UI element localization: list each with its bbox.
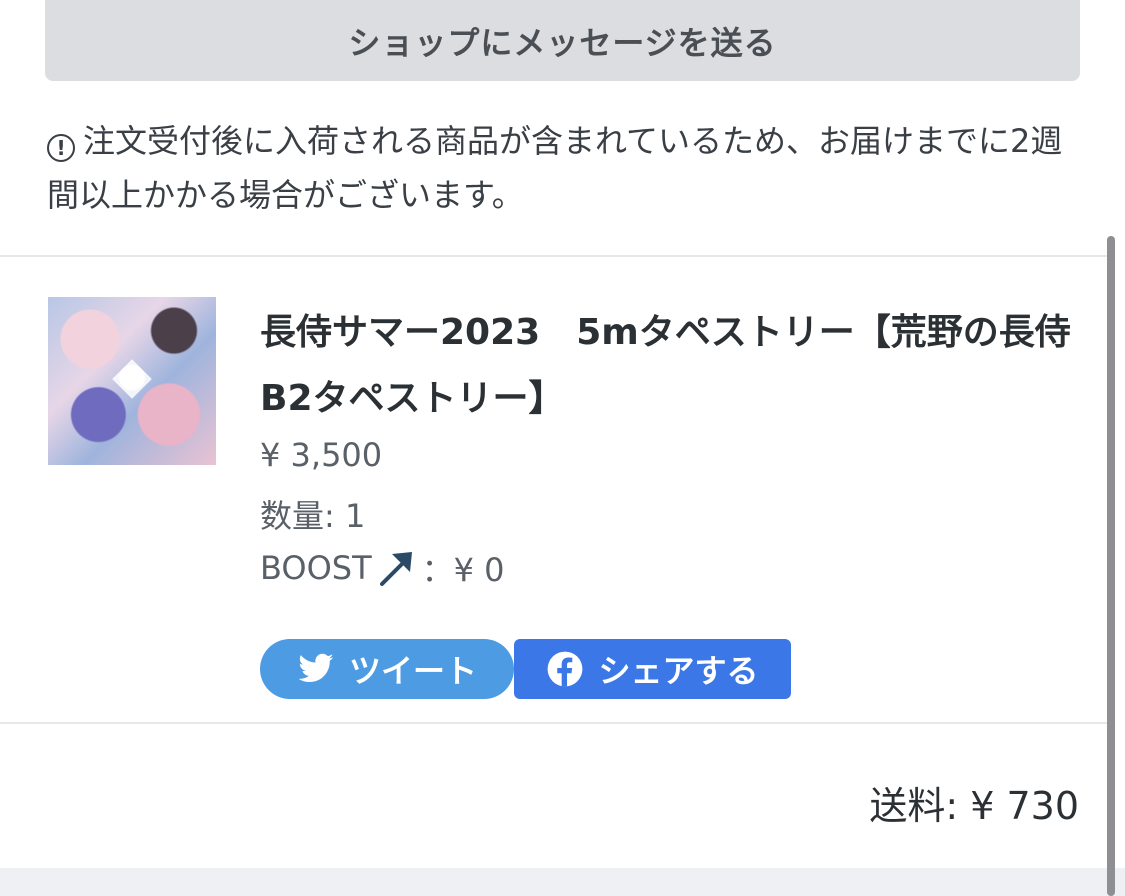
delivery-notice: ! 注文受付後に入荷される商品が含まれているため、お届けまでに2週間以上かかる場合… [47, 114, 1087, 222]
order-page: ショップにメッセージを送る ! 注文受付後に入荷される商品が含まれているため、お届… [0, 0, 1125, 896]
shipping-fee: 送料: ¥ 730 [869, 784, 1079, 828]
delivery-notice-text: 注文受付後に入荷される商品が含まれているため、お届けまでに2週間以上かかる場合が… [47, 122, 1063, 214]
divider [0, 722, 1110, 724]
twitter-bird-icon [298, 653, 334, 682]
product-price: ¥ 3,500 [260, 436, 383, 474]
product-thumbnail[interactable] [48, 297, 216, 465]
message-shop-button[interactable]: ショップにメッセージを送る [45, 0, 1080, 81]
divider [0, 255, 1110, 257]
product-title[interactable]: 長侍サマー2023 5mタペストリー【荒野の長侍B2タペストリー】 [260, 300, 1080, 432]
boost-arrow-icon [379, 552, 412, 586]
facebook-share-button[interactable]: シェアする [514, 639, 791, 699]
tweet-label: ツイート [348, 652, 477, 690]
facebook-share-label: シェアする [598, 652, 759, 690]
info-circle-icon: ! [47, 134, 75, 162]
boost-value: ：¥ 0 [421, 551, 505, 589]
boost-label: BOOST [260, 549, 372, 587]
product-quantity: 数量: 1 [260, 497, 366, 535]
footer-band [0, 868, 1125, 896]
message-shop-label: ショップにメッセージを送る [348, 23, 777, 62]
boost-info: BOOST ：¥ 0 [260, 545, 505, 591]
scrollbar[interactable] [1107, 236, 1115, 896]
facebook-icon [548, 651, 583, 687]
thumbnail-sparkle [112, 359, 152, 399]
tweet-button[interactable]: ツイート [260, 639, 514, 699]
